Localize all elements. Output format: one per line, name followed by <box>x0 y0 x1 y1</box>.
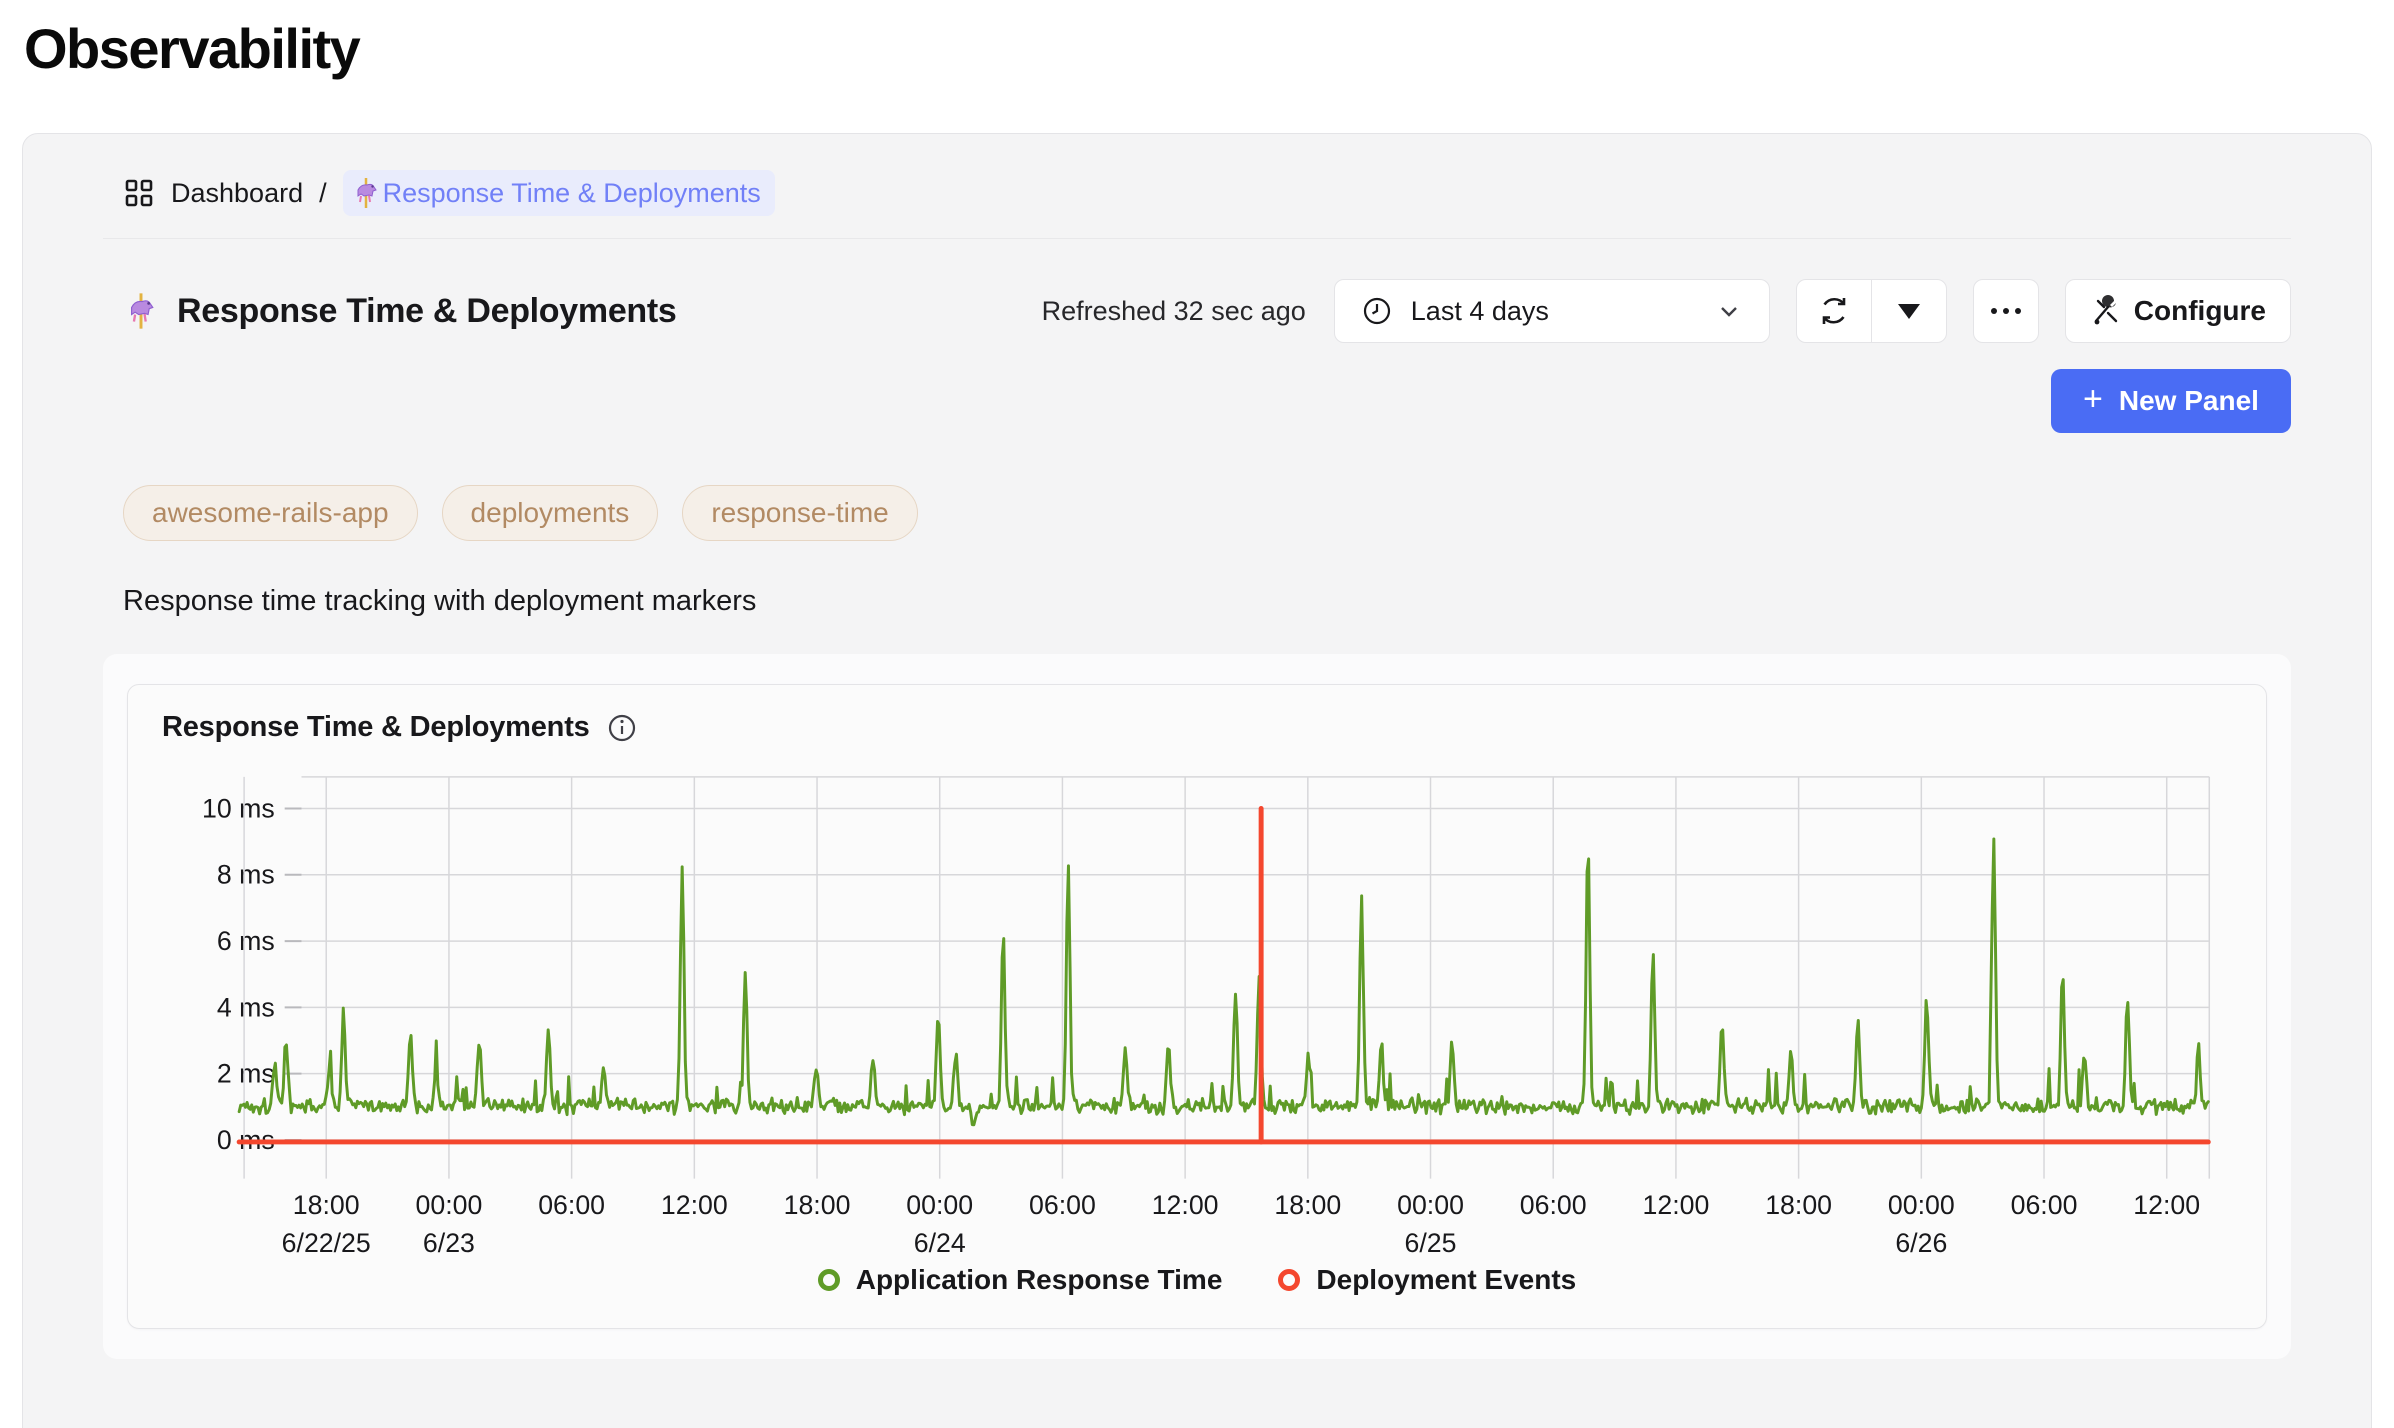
svg-text:18:00: 18:00 <box>784 1190 851 1220</box>
svg-text:18:00: 18:00 <box>1274 1190 1341 1220</box>
tools-icon <box>2090 295 2122 327</box>
svg-text:12:00: 12:00 <box>2133 1190 2200 1220</box>
refresh-button[interactable] <box>1797 280 1871 342</box>
svg-text:12:00: 12:00 <box>1152 1190 1219 1220</box>
refresh-split-button <box>1796 279 1947 343</box>
more-options-button[interactable] <box>1973 279 2039 343</box>
info-icon[interactable] <box>606 712 638 744</box>
ellipsis-icon <box>1991 308 2021 314</box>
plus-icon: + <box>2083 382 2103 416</box>
svg-text:6/25: 6/25 <box>1405 1228 1457 1258</box>
legend-application-response-time[interactable]: Application Response Time <box>818 1264 1223 1296</box>
dashboard-grid-icon[interactable] <box>123 177 155 209</box>
chart-title: Response Time & Deployments <box>162 711 590 744</box>
tag-awesome-rails-app[interactable]: awesome-rails-app <box>123 485 418 541</box>
time-range-value: Last 4 days <box>1411 296 1549 327</box>
legend-label: Application Response Time <box>856 1264 1223 1296</box>
tags-row: awesome-rails-app deployments response-t… <box>103 433 2291 541</box>
new-panel-button[interactable]: + New Panel <box>2051 369 2291 433</box>
svg-text:6/26: 6/26 <box>1895 1228 1947 1258</box>
panel-header: Response Time & Deployments Refreshed 32… <box>103 239 2291 343</box>
svg-text:12:00: 12:00 <box>661 1190 728 1220</box>
svg-text:8 ms: 8 ms <box>217 860 275 890</box>
chart-panel[interactable]: Response Time & Deployments 0 ms2 ms4 ms… <box>127 684 2267 1329</box>
tag-deployments[interactable]: deployments <box>442 485 659 541</box>
chevron-down-icon <box>1715 297 1743 325</box>
time-range-select[interactable]: Last 4 days <box>1334 279 1770 343</box>
svg-text:06:00: 06:00 <box>1029 1190 1096 1220</box>
new-panel-label: New Panel <box>2119 385 2259 417</box>
svg-text:18:00: 18:00 <box>293 1190 360 1220</box>
legend-marker-red <box>1278 1269 1300 1291</box>
svg-text:06:00: 06:00 <box>2011 1190 2078 1220</box>
dashboard-description: Response time tracking with deployment m… <box>103 541 2291 618</box>
svg-text:06:00: 06:00 <box>538 1190 605 1220</box>
svg-text:00:00: 00:00 <box>1397 1190 1464 1220</box>
dashboard-card: Dashboard / Response Time & Deployments <box>22 133 2372 1428</box>
carousel-horse-icon <box>123 291 159 331</box>
svg-text:6/23: 6/23 <box>423 1228 475 1258</box>
svg-text:4 ms: 4 ms <box>217 992 275 1022</box>
svg-text:6/22/25: 6/22/25 <box>282 1228 371 1258</box>
breadcrumb-current-label: Response Time & Deployments <box>383 178 761 209</box>
caret-down-icon <box>1898 304 1920 319</box>
legend-label: Deployment Events <box>1316 1264 1576 1296</box>
svg-text:10 ms: 10 ms <box>202 793 275 823</box>
breadcrumb-dashboard-link[interactable]: Dashboard <box>171 178 303 209</box>
svg-text:00:00: 00:00 <box>906 1190 973 1220</box>
response-time-chart[interactable]: 0 ms2 ms4 ms6 ms8 ms10 ms18:006/22/2500:… <box>158 760 2236 1260</box>
svg-text:12:00: 12:00 <box>1643 1190 1710 1220</box>
chart-legend: Application Response Time Deployment Eve… <box>158 1260 2236 1310</box>
refreshed-status: Refreshed 32 sec ago <box>1042 296 1306 327</box>
svg-text:6 ms: 6 ms <box>217 926 275 956</box>
legend-deployment-events[interactable]: Deployment Events <box>1278 1264 1576 1296</box>
refresh-icon <box>1817 294 1851 328</box>
svg-text:18:00: 18:00 <box>1765 1190 1832 1220</box>
refresh-interval-button[interactable] <box>1872 280 1946 342</box>
svg-text:6/24: 6/24 <box>914 1228 966 1258</box>
panel-grid: Response Time & Deployments 0 ms2 ms4 ms… <box>103 654 2291 1359</box>
page-title: Observability <box>24 16 2394 81</box>
svg-text:00:00: 00:00 <box>1888 1190 1955 1220</box>
breadcrumb-separator: / <box>319 178 327 209</box>
carousel-horse-icon <box>351 176 381 210</box>
configure-button[interactable]: Configure <box>2065 279 2291 343</box>
configure-label: Configure <box>2134 295 2266 327</box>
clock-icon <box>1361 295 1393 327</box>
legend-marker-green <box>818 1269 840 1291</box>
svg-text:2 ms: 2 ms <box>217 1059 275 1089</box>
breadcrumb: Dashboard / Response Time & Deployments <box>103 134 2291 238</box>
svg-text:06:00: 06:00 <box>1520 1190 1587 1220</box>
breadcrumb-current-chip[interactable]: Response Time & Deployments <box>343 170 775 216</box>
svg-text:00:00: 00:00 <box>416 1190 483 1220</box>
dashboard-title: Response Time & Deployments <box>177 292 677 331</box>
tag-response-time[interactable]: response-time <box>682 485 917 541</box>
